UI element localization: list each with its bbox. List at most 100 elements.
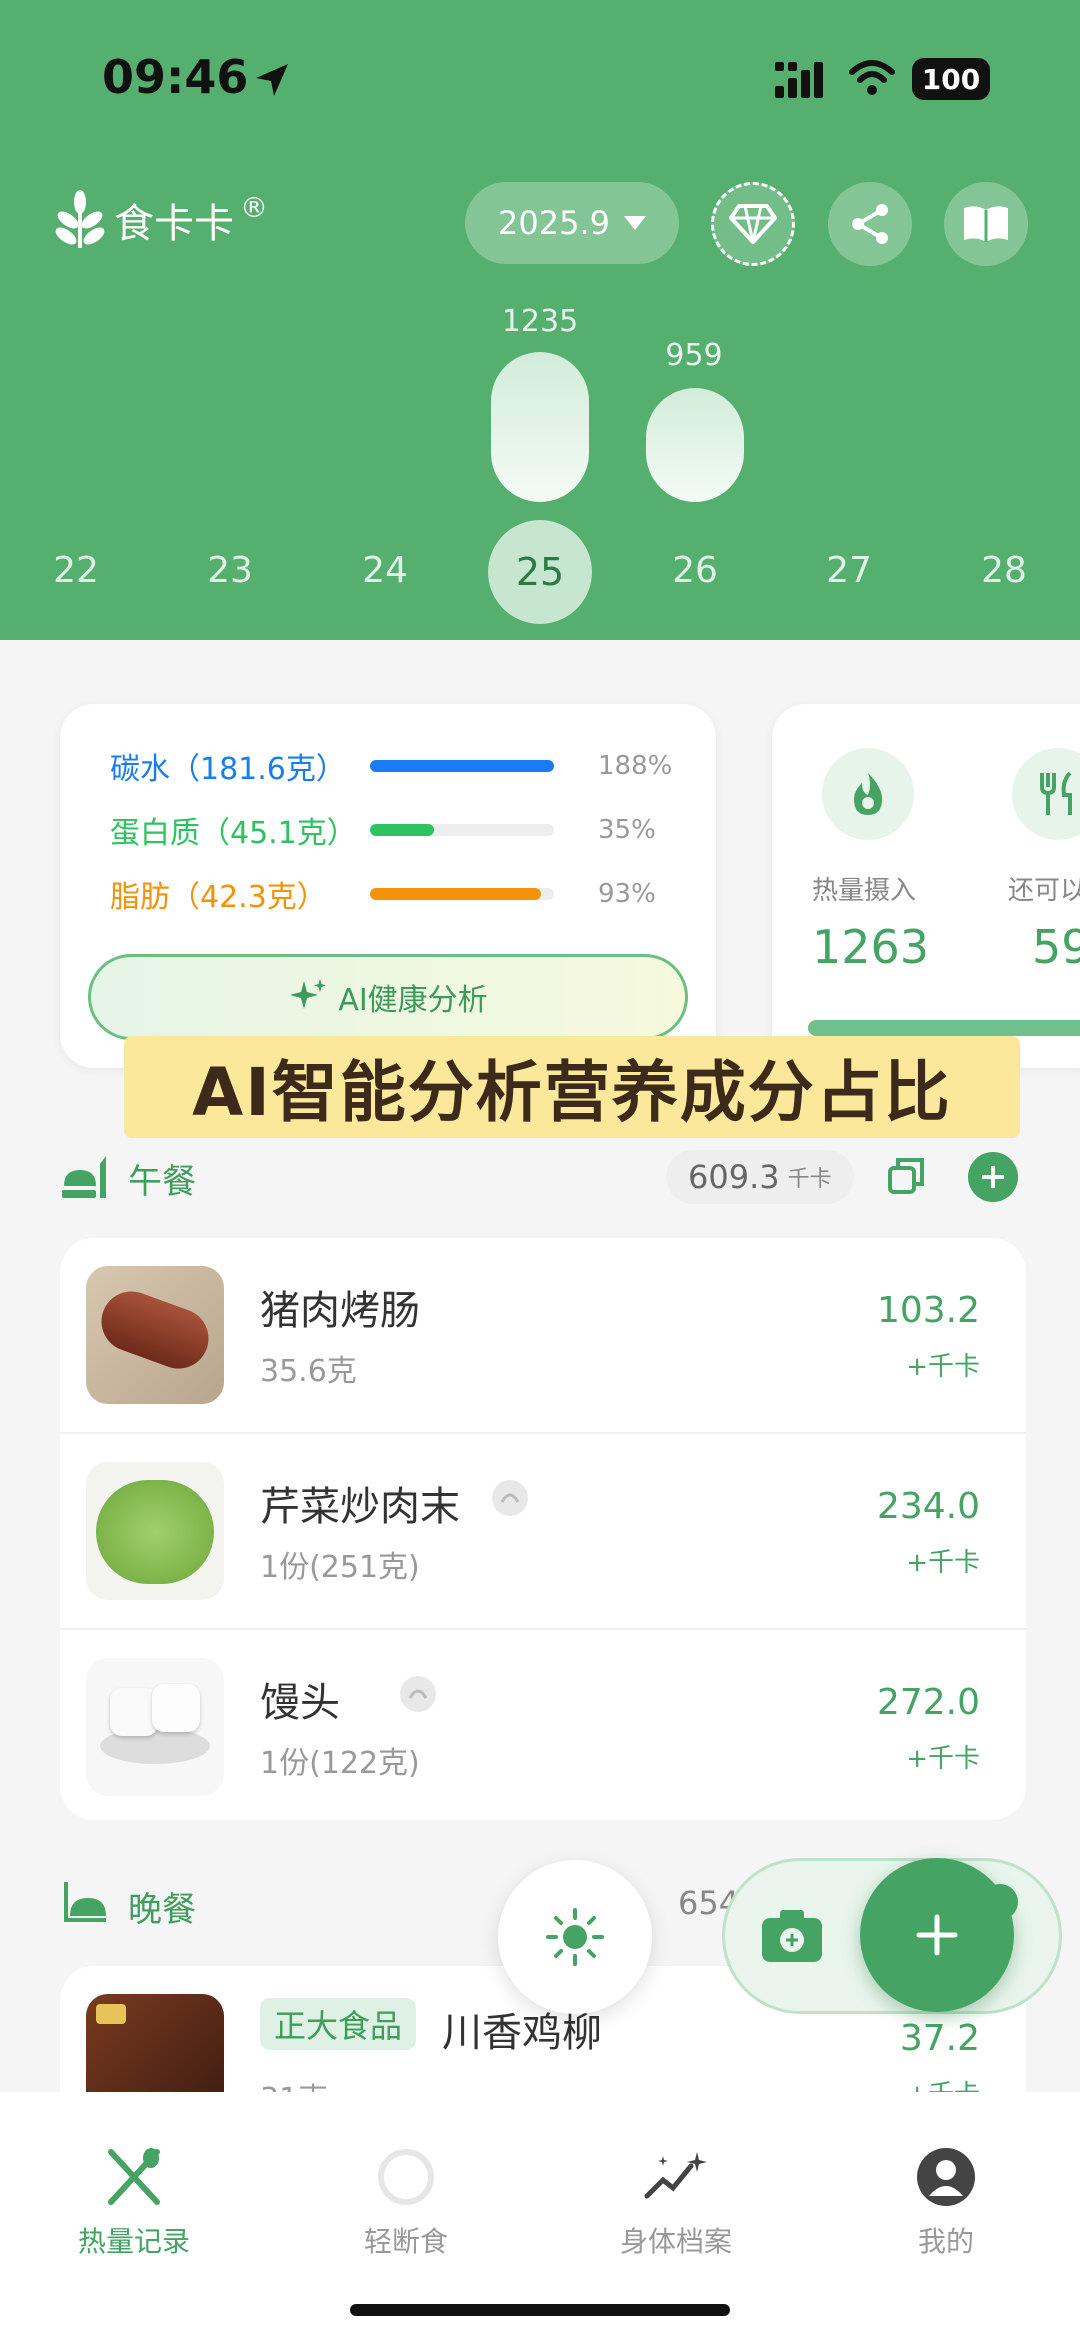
bar-value-25: 1235 — [501, 304, 579, 339]
food-thumbnail — [86, 1658, 224, 1796]
add-food-fab[interactable] — [860, 1858, 1014, 2012]
app-logo: 食卡卡 ® — [52, 190, 268, 250]
macro-label-fat: 脂肪（42.3克） — [110, 880, 327, 915]
plus-icon — [916, 1914, 958, 1956]
macro-fill-fat — [370, 888, 542, 900]
camera-icon — [762, 1910, 822, 1962]
add-lunch-button[interactable] — [968, 1152, 1018, 1202]
ai-recognized-icon — [400, 1676, 436, 1712]
macro-pct-protein: 35% — [598, 815, 656, 845]
sun-icon — [546, 1908, 604, 1966]
trend-sparkle-icon — [644, 2152, 707, 2199]
home-indicator — [350, 2304, 730, 2316]
macro-pct-carbs: 188% — [598, 751, 673, 781]
list-item[interactable]: 猪肉烤肠 35.6克 103.2 +千卡 — [60, 1238, 1026, 1434]
ai-button-label: AI健康分析 — [338, 983, 488, 1018]
macro-fill-protein — [370, 824, 435, 836]
sparkle-icon — [290, 979, 327, 1009]
nav-calorie-log[interactable]: 热量记录 — [34, 2146, 234, 2260]
macro-pct-fat: 93% — [598, 879, 656, 909]
book-icon — [964, 206, 1008, 242]
theme-toggle-button[interactable] — [498, 1860, 652, 2014]
ai-health-analysis-button[interactable]: AI健康分析 — [88, 954, 688, 1040]
share-icon — [852, 204, 888, 244]
share-button[interactable] — [828, 182, 912, 266]
day-22[interactable]: 22 — [26, 550, 126, 591]
battery-indicator: 100 — [912, 58, 990, 100]
food-kcal-unit: +千卡 — [906, 1744, 980, 1774]
food-kcal: 272.0 — [876, 1682, 980, 1723]
food-kcal: 103.2 — [876, 1290, 980, 1331]
promo-caption: AI智能分析营养成分占比 — [124, 1036, 1020, 1138]
camera-button[interactable] — [760, 1906, 824, 1966]
fork-spoon-icon — [108, 2148, 160, 2205]
intake-label: 热量摄入 — [812, 876, 917, 906]
nav-fasting[interactable]: 轻断食 — [306, 2146, 506, 2260]
macro-label-protein: 蛋白质（45.1克） — [110, 816, 357, 851]
calorie-bar-25[interactable] — [491, 352, 589, 502]
macro-track-carbs — [370, 760, 554, 772]
remaining-label: 还可以 — [1008, 876, 1080, 906]
lunch-icon — [62, 1156, 106, 1198]
day-28[interactable]: 28 — [954, 550, 1054, 591]
list-item[interactable]: 芹菜炒肉末 1份(251克) 234.0 +千卡 — [60, 1434, 1026, 1630]
nav-label: 轻断食 — [363, 2225, 448, 2258]
remaining-value: 59 — [1032, 920, 1080, 974]
food-kcal-unit: +千卡 — [906, 1352, 980, 1382]
registered-mark: ® — [240, 190, 268, 224]
macro-fill-carbs — [370, 760, 554, 772]
location-arrow-icon — [256, 64, 288, 96]
food-thumbnail — [86, 1462, 224, 1600]
month-selector[interactable]: 2025.9 — [465, 182, 679, 264]
food-portion: 35.6克 — [260, 1354, 357, 1389]
ai-recognized-icon — [492, 1480, 528, 1516]
macro-card: 碳水（181.6克） 188% 蛋白质（45.1克） 35% 脂肪（42.3克）… — [60, 704, 716, 1068]
day-23[interactable]: 23 — [180, 550, 280, 591]
macro-track-protein — [370, 824, 554, 836]
calorie-bar-26[interactable] — [646, 388, 744, 502]
nav-body-profile[interactable]: 身体档案 — [576, 2146, 776, 2260]
guide-book-button[interactable] — [944, 182, 1028, 266]
intake-value: 1263 — [812, 920, 930, 974]
lunch-title: 午餐 — [128, 1162, 196, 1202]
macro-label-carbs: 碳水（181.6克） — [110, 752, 346, 787]
list-item[interactable]: 馒头 1份(122克) 272.0 +千卡 — [60, 1630, 1026, 1826]
nav-label: 热量记录 — [77, 2225, 190, 2258]
calorie-card[interactable]: 热量摄入 1263 还可以 59 — [772, 704, 1080, 1068]
food-thumbnail — [86, 1266, 224, 1404]
user-avatar-icon — [917, 2148, 975, 2206]
status-time: 09:46 — [102, 50, 249, 104]
day-26[interactable]: 26 — [645, 550, 745, 591]
day-27[interactable]: 27 — [799, 550, 899, 591]
copy-icon[interactable] — [886, 1156, 926, 1196]
macro-row-protein: 蛋白质（45.1克） 35% — [110, 808, 656, 852]
ring-icon — [378, 2149, 434, 2205]
food-name: 猪肉烤肠 — [260, 1288, 420, 1334]
lunch-food-list: 猪肉烤肠 35.6克 103.2 +千卡 芹菜炒肉末 1份(251克) 234.… — [60, 1238, 1026, 1820]
macro-row-fat: 脂肪（42.3克） 93% — [110, 872, 656, 916]
header: 09:46 100 食卡卡 ® 2025.9 1235 959 22 23 24… — [0, 0, 1080, 640]
food-kcal-unit: +千卡 — [906, 1548, 980, 1578]
intake-icon-circle — [822, 748, 914, 840]
flame-icon — [854, 773, 882, 815]
nav-label: 身体档案 — [619, 2225, 732, 2258]
vip-diamond-button[interactable] — [711, 182, 795, 266]
calorie-progress-bar — [808, 1020, 1080, 1036]
wheat-logo-icon — [55, 190, 105, 248]
day-24[interactable]: 24 — [335, 550, 435, 591]
fork-knife-icon — [1040, 771, 1072, 815]
notification-dot — [982, 1884, 1018, 1920]
food-portion: 1份(122克) — [260, 1746, 420, 1781]
nav-me[interactable]: 我的 — [846, 2146, 1046, 2260]
day-25-selected[interactable]: 25 — [488, 520, 592, 624]
macro-row-carbs: 碳水（181.6克） 188% — [110, 744, 672, 788]
nav-label: 我的 — [917, 2225, 974, 2258]
food-kcal: 234.0 — [876, 1486, 980, 1527]
signal-icon — [775, 62, 823, 98]
dinner-title: 晚餐 — [128, 1890, 196, 1930]
app-name: 食卡卡 — [114, 201, 234, 247]
food-kcal: 37.2 — [899, 2018, 980, 2059]
plus-icon — [982, 1166, 1004, 1188]
wifi-icon — [849, 60, 895, 95]
food-portion: 1份(251克) — [260, 1550, 420, 1585]
